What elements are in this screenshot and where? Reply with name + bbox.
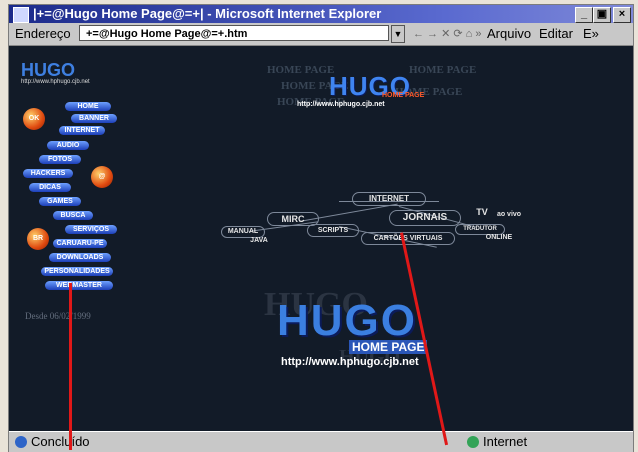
orb-icon[interactable]: OK [23, 108, 45, 130]
restore-button[interactable]: ▣ [593, 7, 611, 23]
header-url[interactable]: http://www.hphugo.cjb.net [297, 101, 385, 108]
nav-home[interactable]: HOME [65, 102, 111, 111]
sitemap-node-internet[interactable]: INTERNET [352, 192, 426, 206]
title-bar: |+=@Hugo Home Page@=+| - Microsoft Inter… [9, 5, 633, 23]
address-field[interactable]: +=@Hugo Home Page@=+.htm [79, 25, 389, 41]
zone-text: Internet [483, 434, 528, 449]
sitemap-node-ao-vivo[interactable]: ao vivo [489, 210, 529, 220]
nav-games[interactable]: GAMES [39, 197, 81, 206]
nav-downloads[interactable]: DOWNLOADS [49, 253, 111, 262]
globe-icon [467, 436, 479, 448]
since-date: Desde 06/02/1999 [25, 311, 91, 321]
sitemap-node-scripts[interactable]: SCRIPTS [307, 224, 359, 237]
nav-dicas[interactable]: DICAS [29, 183, 71, 192]
window-title: |+=@Hugo Home Page@=+| - Microsoft Inter… [33, 6, 382, 21]
sitemap-node-jornais[interactable]: JORNAIS [389, 210, 461, 226]
nav-banner[interactable]: BANNER [71, 114, 117, 123]
banner-url[interactable]: http://www.hphugo.cjb.net [281, 356, 419, 368]
nav-buttons[interactable]: ← → ✕ ⟳ ⌂ » [413, 27, 481, 40]
ie-page-icon [13, 7, 29, 23]
nav-busca[interactable]: BUSCA [53, 211, 93, 220]
ghost-text: HOME PAGE [267, 64, 335, 76]
orb-icon[interactable]: BR [27, 228, 49, 250]
nav-audio[interactable]: AUDIO [47, 141, 89, 150]
sidebar-logo[interactable]: HUGO [21, 60, 75, 81]
orb-icon[interactable]: @ [91, 166, 113, 188]
nav-webmaster[interactable]: WEBMASTER [45, 281, 113, 290]
nav-internet[interactable]: INTERNET [59, 126, 105, 135]
minimize-button[interactable]: _ [575, 7, 593, 23]
nav-hackers[interactable]: HACKERS [23, 169, 73, 178]
close-button[interactable]: × [613, 7, 631, 23]
nav-fotos[interactable]: FOTOS [39, 155, 81, 164]
status-text: Concluído [31, 434, 90, 449]
address-bar: Endereço +=@Hugo Home Page@=+.htm ▼ ← → … [9, 23, 633, 46]
address-dropdown-icon[interactable]: ▼ [391, 25, 405, 43]
menu-more[interactable]: E» [583, 26, 599, 41]
sitemap-node-online[interactable]: ONLINE [479, 233, 519, 242]
page-content: HUGO http://www.hphugo.cjb.net HOME BANN… [9, 46, 633, 431]
sitemap-node-cartoes-virtuais[interactable]: CARTÕES VIRTUAIS [361, 232, 455, 245]
browser-window: |+=@Hugo Home Page@=+| - Microsoft Inter… [8, 4, 634, 452]
status-bar: Concluído Internet [9, 431, 633, 452]
banner-logo[interactable]: HUGO [277, 296, 417, 346]
nav-servicos[interactable]: SERVIÇOS [65, 225, 117, 234]
sidebar-url: http://www.hphugo.cjb.net [21, 79, 90, 85]
header-subtitle: HOME PAGE [382, 92, 425, 99]
banner-subtitle: HOME PAGE [349, 340, 428, 354]
red-pointer-line [69, 283, 72, 450]
sitemap-node-java[interactable]: JAVA [245, 236, 273, 246]
ie-logo-icon [15, 436, 27, 448]
nav-personalidades[interactable]: PERSONALIDADES [41, 267, 113, 276]
menu-editar[interactable]: Editar [539, 26, 573, 41]
ghost-text: HOME PAGE [409, 64, 477, 76]
menu-arquivo[interactable]: Arquivo [487, 26, 531, 41]
address-label: Endereço [15, 26, 71, 41]
nav-caruaru[interactable]: CARUARU-PE [53, 239, 107, 248]
